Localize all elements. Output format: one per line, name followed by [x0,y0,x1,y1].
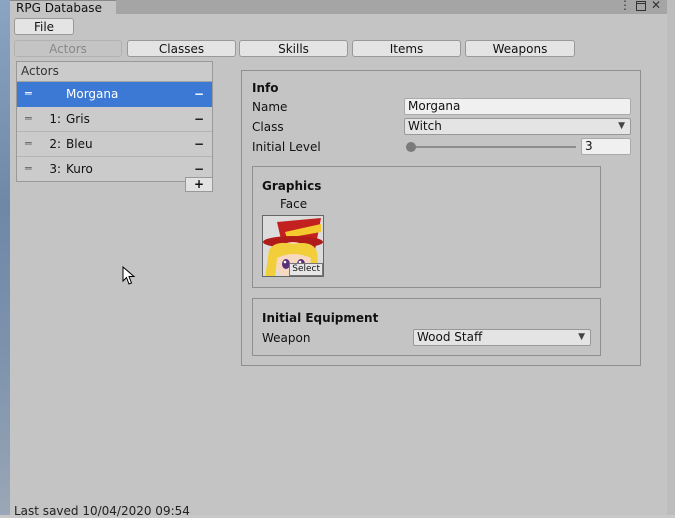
actor-list-item[interactable]: ═ 1: Gris − [17,107,212,132]
add-actor-button[interactable]: + [185,177,213,192]
file-button[interactable]: File [14,18,74,35]
graphics-heading: Graphics [262,179,322,193]
actor-list-item[interactable]: ═ Morgana − [17,82,212,107]
actor-list-item[interactable]: ═ 2: Bleu − [17,132,212,157]
background-desktop-right [667,0,675,515]
kebab-menu-icon[interactable]: ⋮ [619,0,631,12]
tab-classes[interactable]: Classes [127,40,236,57]
drag-handle-icon[interactable]: ═ [25,82,32,106]
title-bar: RPG Database ⋮ ✕ [10,0,667,16]
chevron-down-icon: ▼ [578,332,585,342]
tab-skills[interactable]: Skills [239,40,348,57]
weapon-dropdown[interactable]: Wood Staff ▼ [413,329,591,346]
tab-actors[interactable]: Actors [14,40,122,57]
initial-equipment-heading: Initial Equipment [262,311,379,325]
weapon-label: Weapon [262,331,311,345]
level-slider-thumb[interactable] [406,142,416,152]
class-label: Class [252,120,284,134]
name-field[interactable]: Morgana [404,98,631,115]
chevron-down-icon: ▼ [618,121,625,131]
background-desktop-left [0,0,10,515]
actor-list-header: Actors [17,62,212,82]
window-title-tab[interactable]: RPG Database [10,0,116,16]
maximize-icon[interactable] [636,0,646,14]
face-select-button[interactable]: Select [289,263,323,276]
tab-weapons[interactable]: Weapons [465,40,575,57]
level-slider-track[interactable] [408,146,576,148]
actor-list-item[interactable]: ═ 3: Kuro − [17,157,212,181]
remove-actor-button[interactable]: − [194,107,204,131]
remove-actor-button[interactable]: − [194,132,204,156]
tab-items[interactable]: Items [352,40,461,57]
initial-equipment-group: Initial Equipment Weapon Wood Staff ▼ [252,298,601,356]
drag-handle-icon[interactable]: ═ [25,157,32,181]
drag-handle-icon[interactable]: ═ [25,132,32,156]
info-heading: Info [252,81,279,95]
class-dropdown-value: Witch [408,119,442,133]
actor-list: Actors ═ Morgana − ═ 1: Gris − ═ 2: Bleu… [16,61,213,182]
mouse-cursor-icon [122,266,136,285]
graphics-group: Graphics Face Select [252,166,601,288]
weapon-dropdown-value: Wood Staff [417,330,483,344]
face-label: Face [280,197,308,211]
status-bar: Last saved 10/04/2020 09:54 [14,504,190,518]
face-image[interactable]: Select [262,215,324,277]
actor-detail-panel: Info Name Morgana Class Witch ▼ Initial … [241,70,641,366]
remove-actor-button[interactable]: − [194,82,204,106]
initial-level-label: Initial Level [252,140,321,154]
class-dropdown[interactable]: Witch ▼ [404,118,631,135]
close-icon[interactable]: ✕ [651,0,661,12]
level-field[interactable]: 3 [581,138,631,155]
rpg-database-window: RPG Database ⋮ ✕ File Actors Classes Ski… [10,0,667,518]
name-label: Name [252,100,288,114]
drag-handle-icon[interactable]: ═ [25,107,32,131]
